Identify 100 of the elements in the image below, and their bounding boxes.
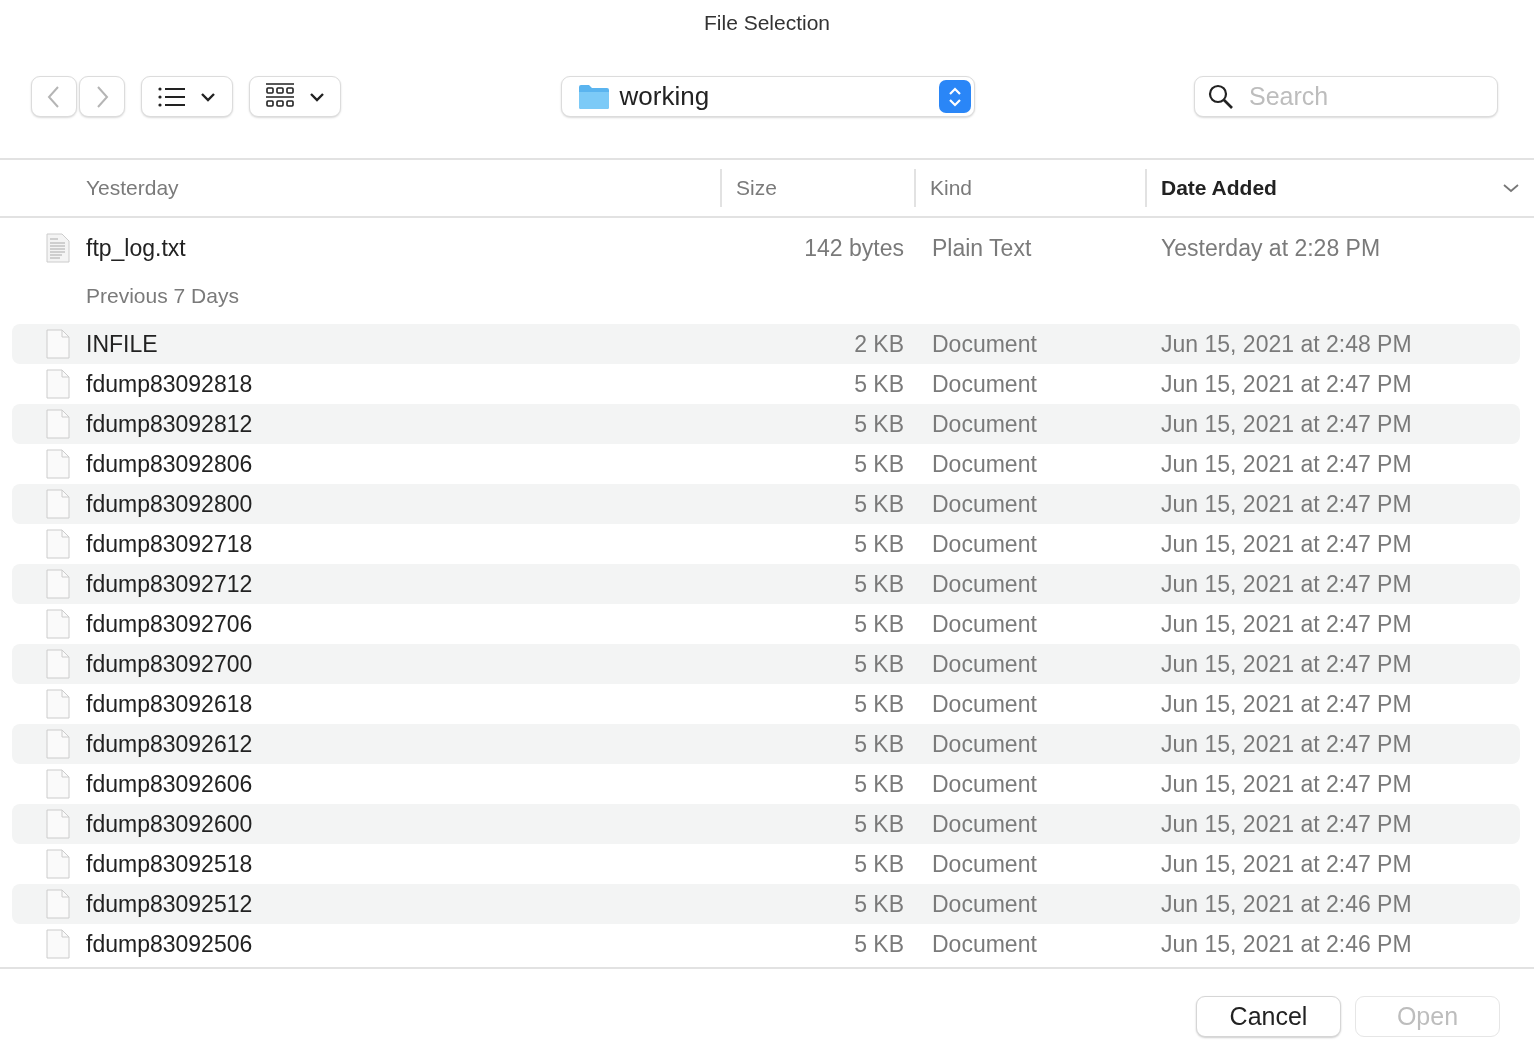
column-header[interactable]: Date Added [1145,169,1534,207]
list-icon [158,85,186,108]
file-name: fdump83092512 [86,890,253,918]
file-row[interactable]: fdump83092618 5 KB Document Jun 15, 2021 at 2:47 PM [12,684,1520,724]
file-icon [46,609,70,639]
chevron-down-icon [309,91,325,102]
window-title: File Selection [702,10,832,36]
file-icon [46,849,70,879]
chevron-right-icon [95,84,109,109]
file-row[interactable]: fdump83092800 5 KB Document Jun 15, 2021 at 2:47 PM [12,484,1520,524]
date-added: Jun 15, 2021 at 2:47 PM [1160,530,1413,558]
file-row[interactable]: fdump83092812 5 KB Document Jun 15, 2021 at 2:47 PM [12,404,1520,444]
file-row[interactable]: fdump83092612 5 KB Document Jun 15, 2021 at 2:47 PM [12,724,1520,764]
file-icon [46,769,70,799]
file-kind: Document [931,690,1038,718]
file-name: fdump83092818 [86,370,253,398]
date-added: Jun 15, 2021 at 2:47 PM [1160,730,1413,758]
chevron-left-icon [47,84,61,109]
file-name: fdump83092612 [86,730,253,758]
file-icon [46,929,70,959]
file-row[interactable]: ftp_log.txt 142 bytes Plain Text Yesterday at 2:28 PM [12,228,1520,268]
file-size: 142 bytes [803,234,905,262]
file-size: 5 KB [853,930,905,958]
file-size: 5 KB [853,410,905,438]
date-added: Jun 15, 2021 at 2:47 PM [1160,610,1413,638]
folder-icon [577,83,610,110]
file-icon [46,729,70,759]
file-row[interactable]: fdump83092818 5 KB Document Jun 15, 2021 at 2:47 PM [12,364,1520,404]
column-header[interactable]: Kind [914,169,1145,207]
file-icon [46,649,70,679]
file-kind: Document [931,930,1038,958]
gallery-view-button[interactable] [249,76,341,117]
file-kind: Document [931,370,1038,398]
list-view-button[interactable] [141,76,233,117]
file-row[interactable]: fdump83092506 5 KB Document Jun 15, 2021 at 2:46 PM [12,924,1520,964]
file-row[interactable]: fdump83092806 5 KB Document Jun 15, 2021 at 2:47 PM [12,444,1520,484]
file-name: fdump83092812 [86,410,253,438]
file-name: fdump83092718 [86,530,253,558]
file-size: 5 KB [853,490,905,518]
file-kind: Document [931,890,1038,918]
date-added: Jun 15, 2021 at 2:46 PM [1160,890,1413,918]
file-size: 5 KB [853,370,905,398]
file-kind: Document [931,810,1038,838]
file-icon [46,809,70,839]
date-added: Jun 15, 2021 at 2:47 PM [1160,490,1413,518]
date-added: Jun 15, 2021 at 2:47 PM [1160,690,1413,718]
file-kind: Document [931,490,1038,518]
file-size: 5 KB [853,850,905,878]
file-kind: Document [931,570,1038,598]
file-row[interactable]: fdump83092700 5 KB Document Jun 15, 2021 at 2:47 PM [12,644,1520,684]
file-kind: Document [931,610,1038,638]
file-icon [46,409,70,439]
file-icon [46,489,70,519]
file-row[interactable]: fdump83092706 5 KB Document Jun 15, 2021 at 2:47 PM [12,604,1520,644]
file-icon [46,329,70,359]
file-row[interactable]: fdump83092606 5 KB Document Jun 15, 2021 at 2:47 PM [12,764,1520,804]
date-added: Jun 15, 2021 at 2:48 PM [1160,330,1413,358]
file-row[interactable]: fdump83092600 5 KB Document Jun 15, 2021 at 2:47 PM [12,804,1520,844]
file-size: 5 KB [853,730,905,758]
file-kind: Document [931,330,1038,358]
cancel-button[interactable]: Cancel [1196,996,1341,1037]
file-row[interactable]: fdump83092512 5 KB Document Jun 15, 2021 at 2:46 PM [12,884,1520,924]
date-added: Jun 15, 2021 at 2:47 PM [1160,370,1413,398]
file-size: 5 KB [853,610,905,638]
location-popup[interactable]: working [560,76,975,117]
file-name: fdump83092606 [86,770,253,798]
search-icon [1208,84,1234,110]
date-added: Jun 15, 2021 at 2:46 PM [1160,930,1413,958]
date-added: Jun 15, 2021 at 2:47 PM [1160,450,1413,478]
date-added: Jun 15, 2021 at 2:47 PM [1160,570,1413,598]
file-kind: Document [931,650,1038,678]
column-header[interactable]: Size [720,169,914,207]
file-row[interactable]: fdump83092712 5 KB Document Jun 15, 2021 at 2:47 PM [12,564,1520,604]
date-added: Jun 15, 2021 at 2:47 PM [1160,410,1413,438]
file-name: fdump83092506 [86,930,253,958]
file-name: fdump83092700 [86,650,253,678]
search-field[interactable]: Search [1194,76,1498,117]
file-size: 5 KB [853,570,905,598]
file-icon [46,369,70,399]
file-row[interactable]: INFILE 2 KB Document Jun 15, 2021 at 2:48 PM [12,324,1520,364]
file-name: fdump83092806 [86,450,253,478]
column-header[interactable]: Yesterday [0,169,720,207]
file-size: 5 KB [853,690,905,718]
file-name: fdump83092618 [86,690,253,718]
file-size: 5 KB [853,450,905,478]
file-name: ftp_log.txt [86,234,186,262]
file-size: 2 KB [853,330,905,358]
file-row[interactable]: fdump83092718 5 KB Document Jun 15, 2021 at 2:47 PM [12,524,1520,564]
date-added: Yesterday at 2:28 PM [1160,234,1382,262]
file-name: fdump83092712 [86,570,253,598]
file-icon [46,569,70,599]
file-icon [46,449,70,479]
file-name: fdump83092800 [86,490,253,518]
date-added: Jun 15, 2021 at 2:47 PM [1160,770,1413,798]
file-kind: Document [931,450,1038,478]
file-name: fdump83092600 [86,810,253,838]
file-kind: Document [931,770,1038,798]
file-kind: Document [931,530,1038,558]
file-icon [46,529,70,559]
file-row[interactable]: fdump83092518 5 KB Document Jun 15, 2021 at 2:47 PM [12,844,1520,884]
